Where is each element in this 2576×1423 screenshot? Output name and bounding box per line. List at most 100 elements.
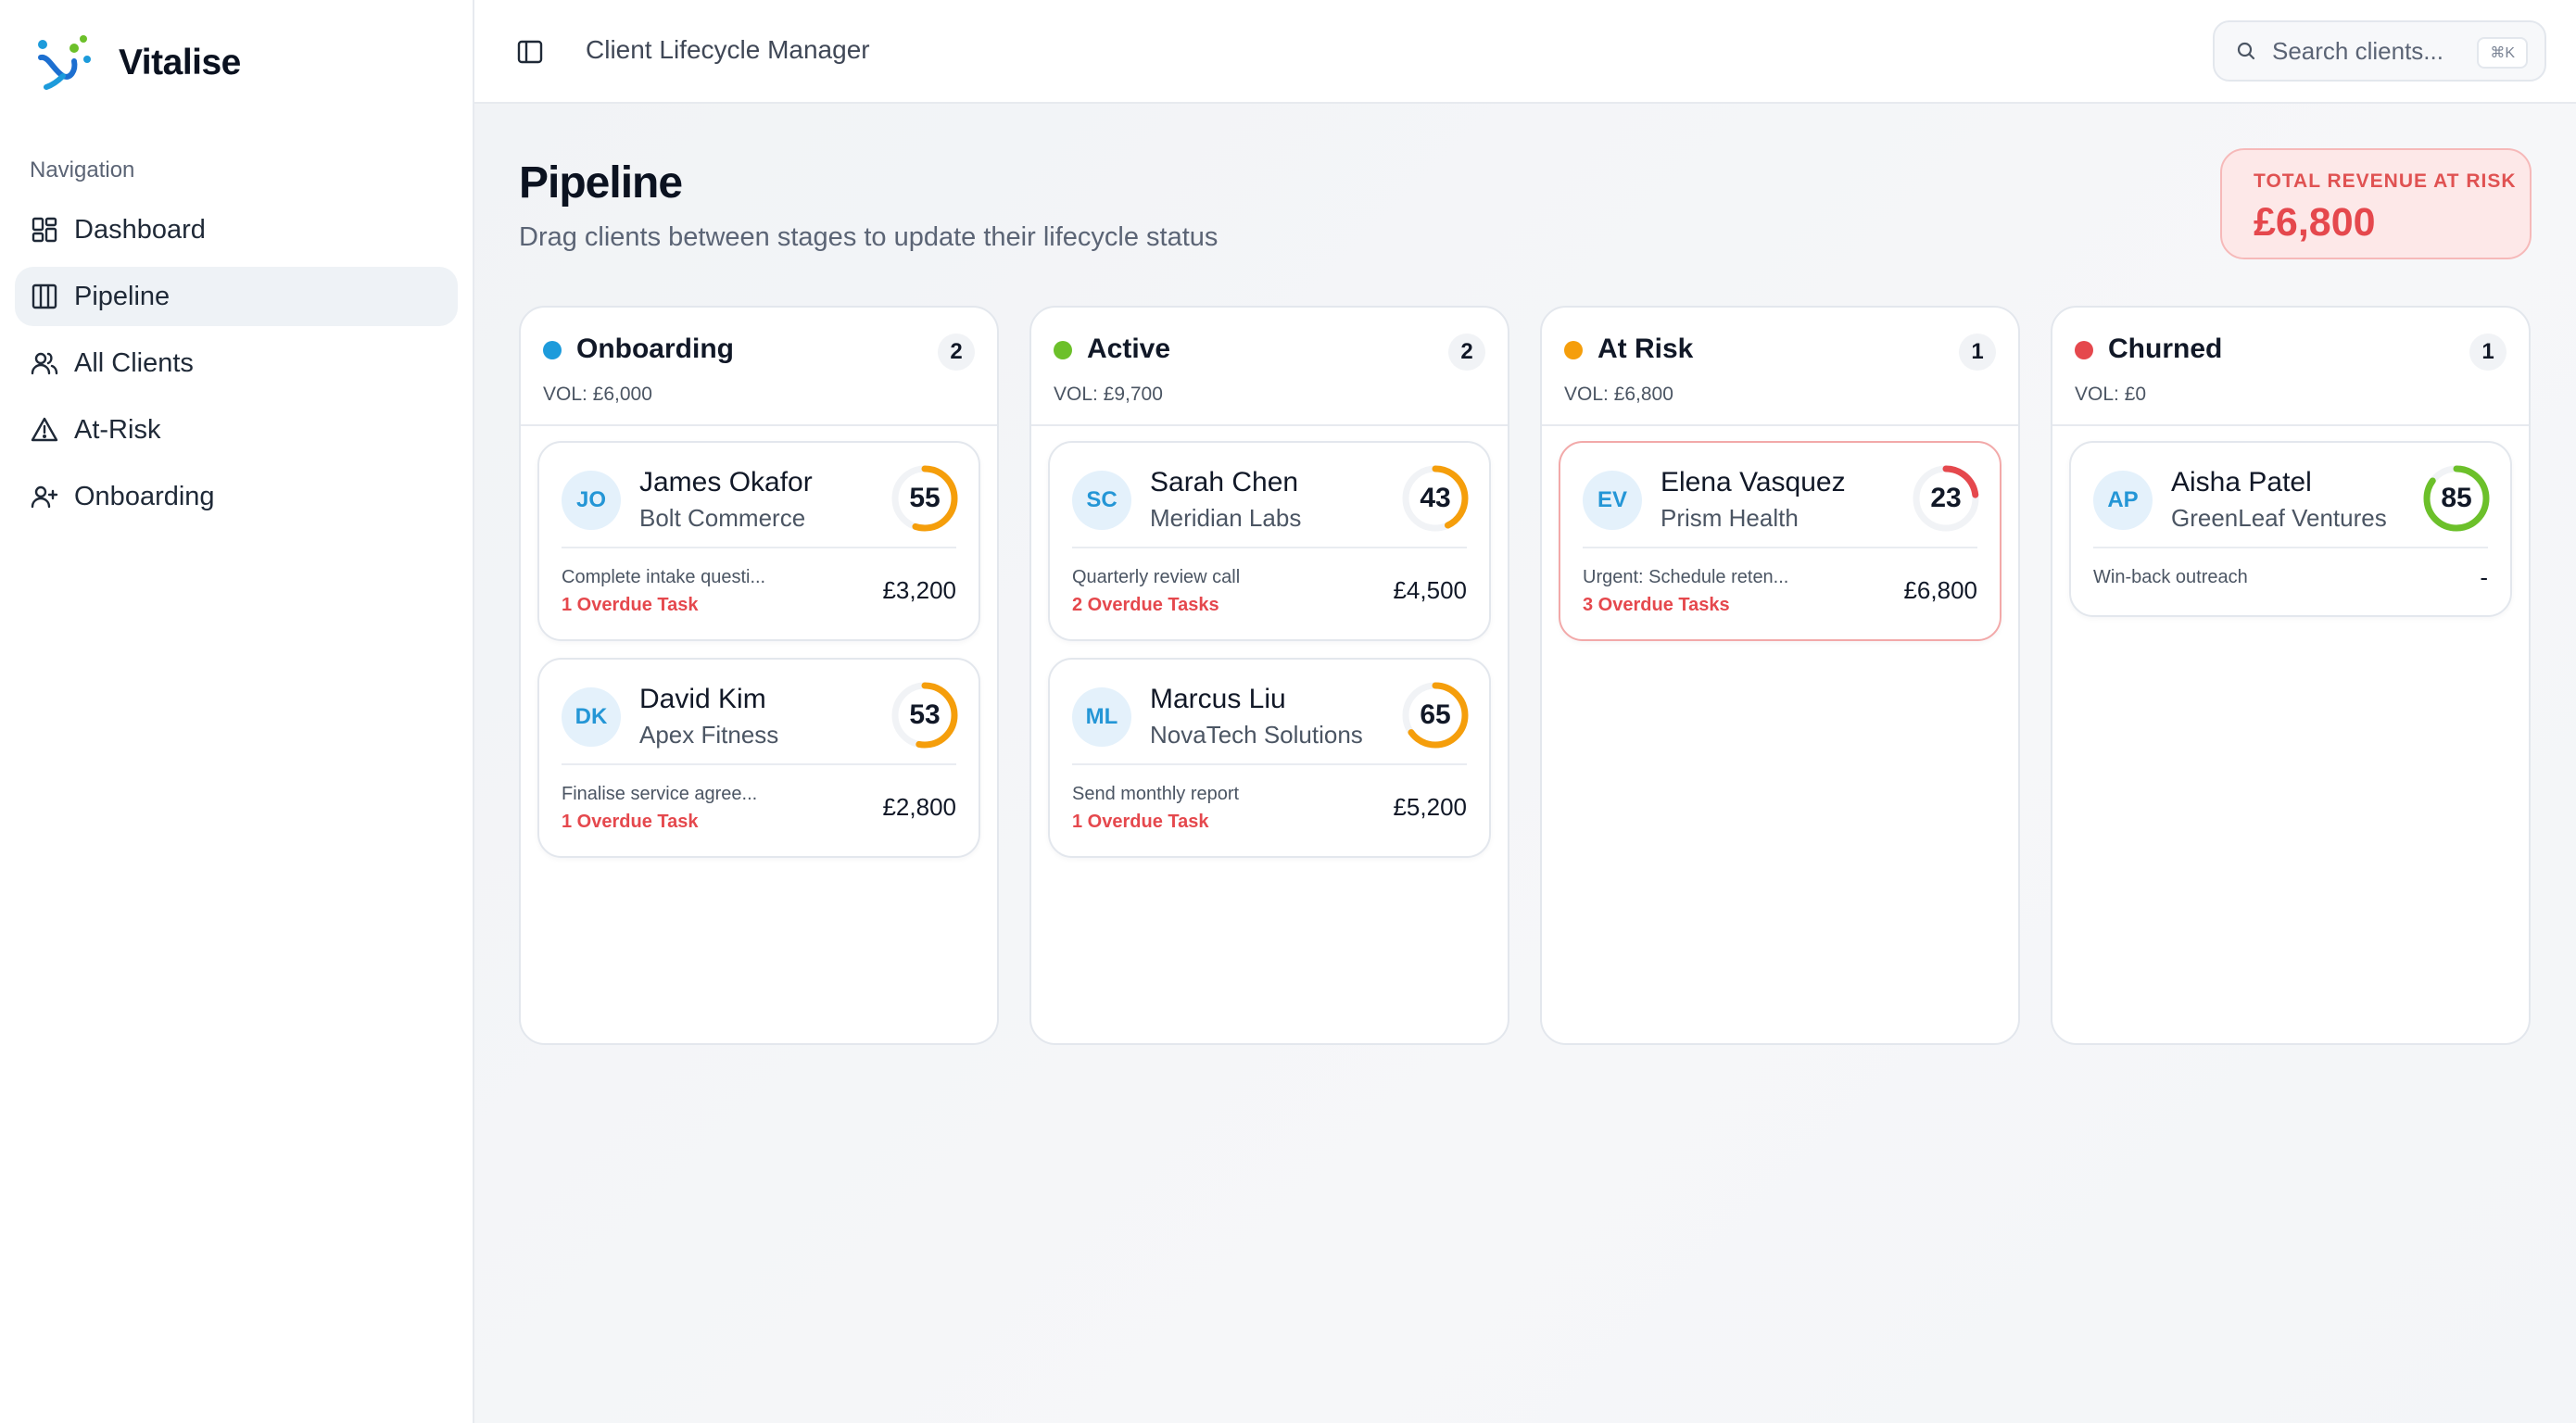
card-divider [1072,547,1467,548]
warning-icon [30,415,59,445]
sidebar-item-label: Onboarding [74,481,215,511]
client-value: £6,800 [1903,576,1977,604]
avatar: SC [1072,471,1131,530]
client-name: Marcus Liu [1150,684,1286,714]
health-score: 85 [2441,483,2472,513]
stage-dot [2075,341,2093,359]
sidebar-item-dashboard[interactable]: Dashboard [15,200,458,259]
next-task: Quarterly review call [1072,567,1241,587]
column-at-risk[interactable]: At Risk 1 VOL: £6,800 EV Elena Vasquez P… [1540,306,2020,1045]
column-volume: VOL: £9,700 [1054,384,1163,405]
kanban-icon [30,282,59,311]
revenue-at-risk-card: TOTAL REVENUE AT RISK £6,800 [2220,148,2532,259]
column-churned[interactable]: Churned 1 VOL: £0 AP Aisha Patel GreenLe… [2051,306,2531,1045]
stage-dot [543,341,562,359]
stage-dot [1054,341,1072,359]
overdue-tasks: 3 Overdue Tasks [1583,595,1730,615]
avatar: DK [562,687,621,747]
card-divider [2093,547,2488,548]
sidebar-item-label: Pipeline [74,281,170,311]
column-count: 1 [2469,334,2507,371]
client-name: James Okafor [639,467,813,497]
nav-heading: Navigation [30,157,135,183]
user-plus-icon [30,482,59,511]
client-company: Meridian Labs [1150,504,1302,532]
client-company: Bolt Commerce [639,504,806,532]
top-title: Client Lifecycle Manager [586,35,870,64]
dashboard-icon [30,215,59,245]
next-task: Send monthly report [1072,784,1240,804]
column-count: 1 [1959,334,1996,371]
avatar: AP [2093,471,2153,530]
column-header: At Risk 1 VOL: £6,800 [1542,308,2018,426]
sidebar-toggle-icon [517,40,543,64]
sidebar-item-label: At-Risk [74,414,161,445]
client-value: £5,200 [1393,793,1467,821]
client-card[interactable]: SC Sarah Chen Meridian Labs 43 Quarterly… [1048,441,1491,641]
users-icon [30,348,59,378]
column-header: Churned 1 VOL: £0 [2052,308,2529,426]
client-value: - [2480,563,2488,591]
client-card[interactable]: JO James Okafor Bolt Commerce 55 Complet… [537,441,980,641]
health-score: 43 [1420,483,1451,513]
next-task: Urgent: Schedule reten... [1583,567,1789,587]
overdue-tasks: 1 Overdue Task [562,595,699,615]
column-title: Onboarding [576,334,734,364]
column-title: At Risk [1597,334,1694,364]
avatar: ML [1072,687,1131,747]
client-card[interactable]: ML Marcus Liu NovaTech Solutions 65 Send… [1048,658,1491,858]
topbar: Client Lifecycle Manager Search clients.… [474,0,2576,104]
sidebar-nav: Dashboard Pipeline All Clients At-Risk O… [15,200,458,534]
search-icon [2237,42,2255,60]
sidebar: Vitalise Navigation Dashboard Pipeline A… [0,0,474,1423]
client-company: Apex Fitness [639,721,779,749]
client-company: Prism Health [1661,504,1799,532]
health-score-ring: 43 [1400,463,1471,534]
health-score-ring: 23 [1911,463,1981,534]
client-value: £2,800 [882,793,956,821]
client-value: £4,500 [1393,576,1467,604]
avatar: JO [562,471,621,530]
sidebar-item-all-clients[interactable]: All Clients [15,334,458,393]
search-shortcut: ⌘K [2477,37,2528,69]
overdue-tasks: 1 Overdue Task [1072,812,1209,832]
client-company: GreenLeaf Ventures [2171,504,2387,532]
search-input[interactable]: Search clients... ⌘K [2213,20,2546,82]
health-score: 65 [1420,699,1451,730]
search-placeholder: Search clients... [2272,36,2443,65]
app-name: Vitalise [119,43,241,82]
sidebar-item-label: Dashboard [74,214,206,245]
stage-dot [1564,341,1583,359]
health-score-ring: 65 [1400,680,1471,750]
avatar: EV [1583,471,1642,530]
column-onboarding[interactable]: Onboarding 2 VOL: £6,000 JO James Okafor… [519,306,999,1045]
overdue-tasks: 2 Overdue Tasks [1072,595,1219,615]
client-name: Sarah Chen [1150,467,1299,497]
sidebar-toggle-button[interactable] [511,33,549,70]
column-volume: VOL: £6,800 [1564,384,1673,405]
client-company: NovaTech Solutions [1150,721,1363,749]
next-task: Win-back outreach [2093,567,2248,587]
column-header: Active 2 VOL: £9,700 [1031,308,1508,426]
sidebar-item-at-risk[interactable]: At-Risk [15,400,458,460]
card-divider [1072,763,1467,765]
client-card[interactable]: AP Aisha Patel GreenLeaf Ventures 85 Win… [2069,441,2512,617]
sidebar-item-onboarding[interactable]: Onboarding [15,467,458,526]
health-score-ring: 55 [890,463,960,534]
column-volume: VOL: £6,000 [543,384,652,405]
revenue-at-risk-label: TOTAL REVENUE AT RISK [2254,170,2517,192]
client-card[interactable]: EV Elena Vasquez Prism Health 23 Urgent:… [1559,441,2001,641]
health-score: 55 [909,483,941,513]
vitalise-logo [38,35,91,90]
page-title: Pipeline [519,158,683,208]
sidebar-item-pipeline[interactable]: Pipeline [15,267,458,326]
health-score-ring: 53 [890,680,960,750]
health-score: 23 [1930,483,1962,513]
client-card[interactable]: DK David Kim Apex Fitness 53 Finalise se… [537,658,980,858]
brand[interactable]: Vitalise [35,33,241,93]
column-title: Churned [2108,334,2223,364]
column-active[interactable]: Active 2 VOL: £9,700 SC Sarah Chen Merid… [1029,306,1509,1045]
next-task: Finalise service agree... [562,784,758,804]
client-name: David Kim [639,684,766,714]
overdue-tasks: 1 Overdue Task [562,812,699,832]
